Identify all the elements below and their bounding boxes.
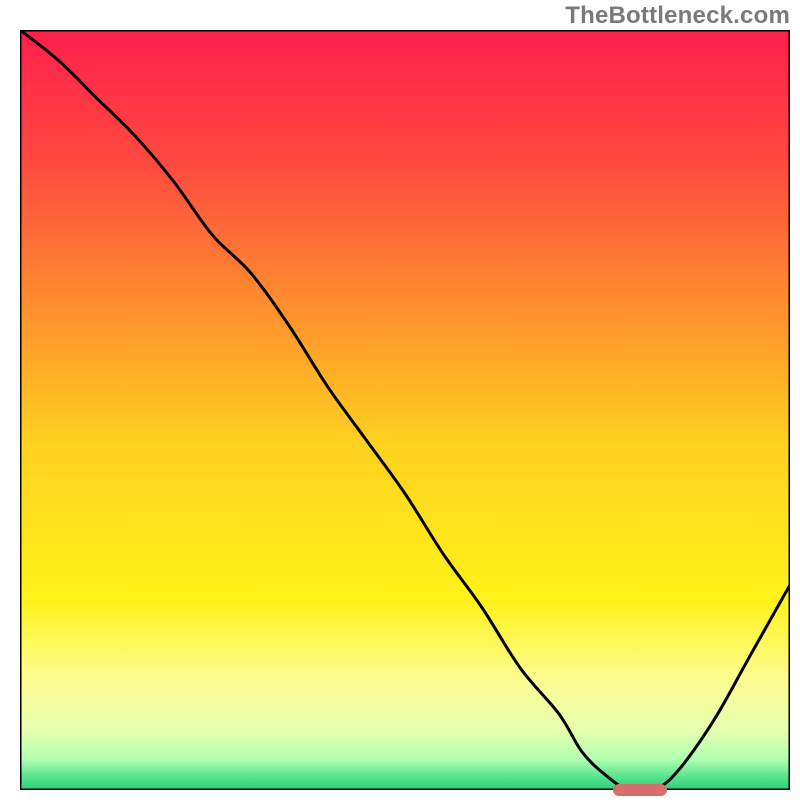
chart-svg: [20, 30, 790, 790]
chart-plot-area: [20, 30, 790, 790]
chart-container: TheBottleneck.com: [0, 0, 800, 800]
watermark-text: TheBottleneck.com: [565, 2, 790, 30]
chart-highlight-marker: [613, 784, 667, 796]
chart-background: [20, 30, 790, 790]
